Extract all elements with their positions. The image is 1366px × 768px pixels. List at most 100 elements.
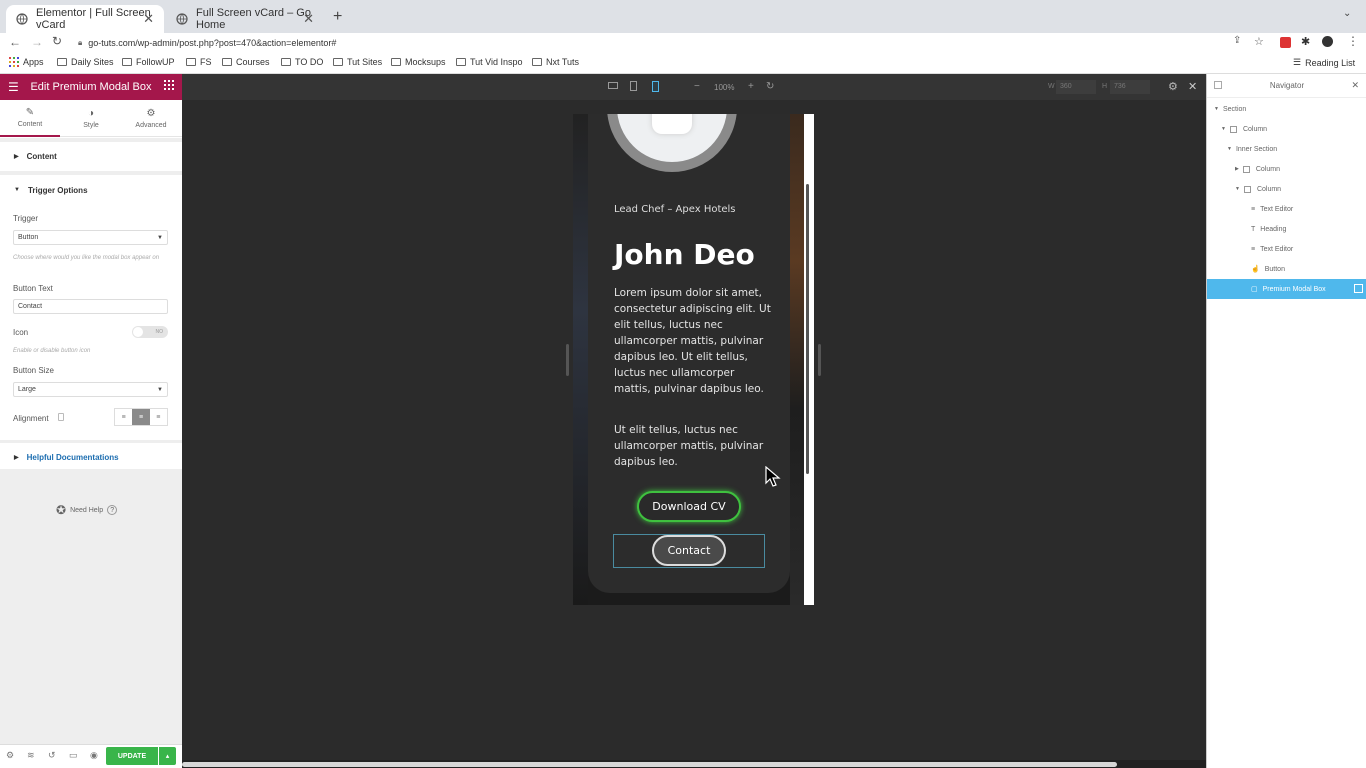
bookmark-folder[interactable]: FS — [186, 57, 212, 67]
contact-button[interactable]: Contact — [652, 535, 726, 566]
history-icon[interactable]: ↺ — [48, 750, 56, 761]
nav-item-column[interactable]: ▼ Column — [1207, 119, 1366, 139]
trigger-select[interactable]: Button ▼ — [13, 230, 168, 245]
select-value: Button — [18, 234, 39, 241]
width-input[interactable]: 360 — [1056, 80, 1096, 94]
tab-content[interactable]: ✎ Content — [0, 100, 60, 137]
scrollbar-thumb[interactable] — [182, 762, 1117, 767]
nav-item-button[interactable]: ☝ Button — [1207, 259, 1366, 279]
settings-gear-icon[interactable]: ⚙ — [1168, 80, 1178, 93]
nav-item-inner-section[interactable]: ▼ Inner Section — [1207, 139, 1366, 159]
reset-zoom-icon[interactable]: ↻ — [766, 81, 774, 92]
nav-item-text-editor[interactable]: ≡ Text Editor — [1207, 239, 1366, 259]
align-right-icon[interactable]: ≡ — [150, 409, 167, 425]
background-image-right — [790, 114, 804, 605]
folder-icon — [57, 58, 67, 66]
update-button[interactable]: UPDATE — [106, 747, 158, 765]
nav-item-column[interactable]: ▼ Column — [1207, 179, 1366, 199]
height-input[interactable]: 736 — [1110, 80, 1150, 94]
tab-advanced[interactable]: ⚙ Advanced — [121, 100, 181, 137]
bookmark-folder[interactable]: Daily Sites — [57, 57, 114, 67]
bookmark-apps[interactable]: Apps — [9, 57, 44, 67]
left-resize-handle[interactable] — [566, 344, 569, 376]
forward-arrow-icon[interactable]: → — [31, 35, 43, 49]
bio-paragraph: Lorem ipsum dolor sit amet, consectetur … — [614, 287, 771, 395]
download-cv-button[interactable]: Download CV — [637, 491, 741, 522]
nav-label: Column — [1256, 185, 1282, 193]
responsive-mode-icon[interactable]: ▭ — [69, 750, 78, 761]
bookmark-label: Nxt Tuts — [546, 57, 580, 67]
zoom-out-icon[interactable]: − — [694, 81, 700, 92]
back-arrow-icon[interactable]: ← — [9, 35, 21, 49]
help-lifebuoy-icon: ✪ — [56, 503, 67, 517]
close-icon[interactable]: ✕ — [1188, 80, 1197, 93]
responsive-device-icon[interactable] — [58, 413, 64, 421]
settings-gear-icon[interactable]: ⚙ — [6, 750, 14, 761]
nav-item-section[interactable]: ▼ Section — [1207, 99, 1366, 119]
new-tab-icon[interactable]: + — [333, 8, 342, 26]
tab-elementor[interactable]: Elementor | Full Screen vCard ✕ — [6, 5, 164, 33]
nav-item-premium-modal-box[interactable]: ▢ Premium Modal Box — [1207, 279, 1366, 299]
align-center-icon[interactable]: ≡ — [132, 409, 150, 425]
align-left-icon[interactable]: ≡ — [115, 409, 132, 425]
mouse-cursor-icon — [765, 466, 781, 488]
nav-label: Inner Section — [1235, 145, 1278, 153]
tablet-device-icon[interactable] — [630, 81, 637, 91]
update-options-caret-icon[interactable]: ▴ — [159, 747, 176, 765]
desktop-device-icon[interactable] — [608, 82, 618, 89]
bookmark-folder[interactable]: Mocksups — [391, 57, 446, 67]
preview-eye-icon[interactable]: ◉ — [90, 750, 98, 761]
horizontal-scrollbar — [182, 760, 1206, 768]
nav-item-column[interactable]: ▶ Column — [1207, 159, 1366, 179]
tab-title: Full Screen vCard – Go Home — [196, 7, 311, 31]
bookmark-folder[interactable]: Nxt Tuts — [532, 57, 579, 67]
reading-list-button[interactable]: ☰ Reading List — [1293, 57, 1355, 68]
button-text-input[interactable]: Contact — [13, 299, 168, 314]
star-icon[interactable]: ☆ — [1254, 35, 1264, 48]
nav-label: Premium Modal Box — [1262, 285, 1326, 293]
mobile-device-icon[interactable] — [652, 81, 659, 92]
hamburger-menu-icon[interactable]: ☰ — [8, 80, 19, 94]
zoom-in-icon[interactable]: + — [748, 81, 754, 92]
bookmark-folder[interactable]: Tut Vid Inspo — [456, 57, 523, 67]
folder-icon — [456, 58, 466, 66]
need-help-link[interactable]: ✪ Need Help ? — [56, 503, 118, 517]
puzzle-icon[interactable]: ✱ — [1301, 35, 1310, 48]
section-trigger-toggle[interactable]: ▼ Trigger Options — [0, 175, 182, 205]
layers-icon[interactable]: ≋ — [27, 750, 35, 761]
menu-kebab-icon[interactable]: ⋮ — [1347, 34, 1359, 48]
heading-t-icon: T — [1251, 225, 1256, 233]
panel-footer: ⚙ ≋ ↺ ▭ ◉ UPDATE ▴ — [0, 744, 182, 768]
icon-toggle-switch[interactable]: NO — [132, 326, 168, 338]
right-resize-handle[interactable] — [818, 344, 821, 376]
profile-avatar[interactable] — [1322, 36, 1333, 47]
url-text: go-tuts.com/wp-admin/post.php?post=470&a… — [88, 38, 337, 48]
close-tab-icon[interactable]: ✕ — [143, 11, 154, 27]
browser-toolbar: ← → ↻ 🔒︎ go-tuts.com/wp-admin/post.php?p… — [0, 33, 1366, 53]
reload-icon[interactable]: ↻ — [52, 34, 62, 48]
share-icon[interactable]: ⇪ — [1233, 35, 1241, 46]
extension-icon[interactable] — [1280, 37, 1291, 48]
tab-vcard[interactable]: Full Screen vCard – Go Home ✕ — [166, 5, 324, 33]
section-content-toggle[interactable]: ▶ Content — [0, 142, 182, 172]
address-bar[interactable]: 🔒︎ go-tuts.com/wp-admin/post.php?post=47… — [78, 36, 1228, 50]
widgets-grid-icon[interactable] — [164, 80, 174, 90]
bookmark-folder[interactable]: FollowUP — [122, 57, 175, 67]
tab-search-chevron-icon[interactable]: ⌄ — [1343, 8, 1351, 19]
close-tab-icon[interactable]: ✕ — [303, 11, 314, 27]
nav-item-heading[interactable]: T Heading — [1207, 219, 1366, 239]
editor-canvas: − 100% + ↻ W 360 H 736 ⚙ ✕ Lead Chef – A… — [182, 74, 1206, 768]
preview-scrollbar-thumb[interactable] — [806, 184, 809, 474]
nav-item-text-editor[interactable]: ≡ Text Editor — [1207, 199, 1366, 219]
trigger-label: Trigger — [13, 214, 39, 223]
collapse-all-icon[interactable] — [1214, 81, 1222, 89]
button-size-select[interactable]: Large ▼ — [13, 382, 168, 397]
tab-style[interactable]: ◑ Style — [61, 100, 121, 137]
bookmark-folder[interactable]: Courses — [222, 57, 270, 67]
chef-photo — [617, 114, 727, 162]
close-icon[interactable]: ✕ — [1351, 80, 1359, 91]
bookmark-folder[interactable]: TO DO — [281, 57, 323, 67]
bookmark-folder[interactable]: Tut Sites — [333, 57, 382, 67]
navigator-header: Navigator ✕ — [1207, 74, 1366, 98]
bookmarks-bar: Apps Daily Sites FollowUP FS Courses TO … — [0, 53, 1366, 74]
